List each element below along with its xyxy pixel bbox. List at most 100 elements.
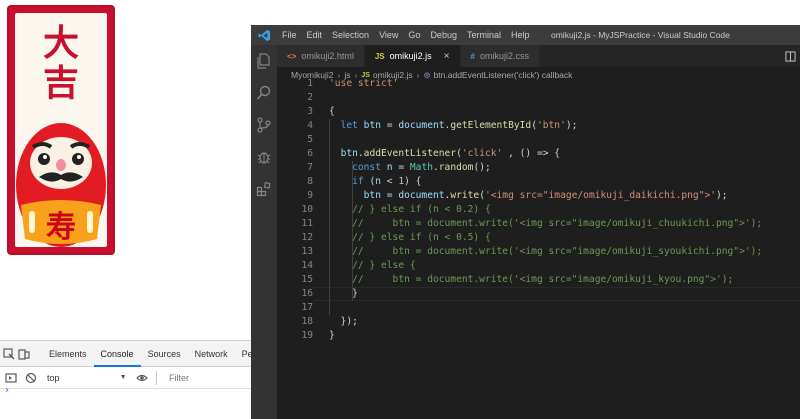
- context-select[interactable]: top ▼: [43, 370, 131, 386]
- vscode-logo-icon: [251, 25, 277, 45]
- line-code: // } else if (n < 0.5) {: [352, 232, 491, 243]
- block-icon[interactable]: [23, 369, 40, 387]
- line-code: }: [329, 288, 358, 299]
- console-toolbar: top ▼: [0, 367, 251, 389]
- line-number: 18: [301, 316, 313, 327]
- menu-debug[interactable]: Debug: [425, 30, 462, 40]
- code-line[interactable]: 13 // btn = document.write('<img src="im…: [277, 245, 800, 259]
- extensions-icon[interactable]: [256, 181, 272, 197]
- indent-guide: [329, 119, 330, 315]
- line-number: 4: [307, 120, 313, 131]
- explorer-icon[interactable]: [256, 53, 272, 69]
- line-code: }: [329, 330, 335, 341]
- line-code: {: [329, 106, 335, 117]
- line-number: 8: [307, 176, 313, 187]
- menu-help[interactable]: Help: [506, 30, 535, 40]
- tab-label: omikuji2.html: [301, 51, 354, 61]
- titlebar: File Edit Selection View Go Debug Termin…: [251, 25, 800, 45]
- console-prompt[interactable]: ›: [4, 385, 10, 396]
- omikuji-image: 大吉 寿: [7, 5, 115, 255]
- css-file-icon: #: [470, 51, 475, 61]
- fortune-char-1: 大: [42, 22, 79, 64]
- line-number: 6: [307, 148, 313, 159]
- source-control-icon[interactable]: [256, 117, 272, 133]
- menu-view[interactable]: View: [374, 30, 403, 40]
- devtools-tabbar: Elements Console Sources Network Perform: [0, 341, 274, 367]
- omikuji-fortune-text: 大吉: [15, 23, 107, 103]
- screen: 大吉 寿 Elements Console Sources Network to…: [0, 0, 800, 419]
- window-title: omikuji2.js - MyJSPractice - Visual Stud…: [551, 30, 730, 40]
- tab-network[interactable]: Network: [188, 341, 235, 367]
- vscode-window: File Edit Selection View Go Debug Termin…: [251, 25, 800, 419]
- code-editor[interactable]: 1'use strict' 2 3{4 let btn = document.get…: [277, 78, 800, 419]
- line-number: 7: [307, 162, 313, 173]
- split-editor-icon[interactable]: [780, 45, 800, 67]
- clear-console-icon[interactable]: [3, 369, 20, 387]
- line-number: 9: [307, 190, 313, 201]
- tab-console[interactable]: Console: [93, 341, 141, 367]
- chevron-down-icon: ▼: [119, 374, 127, 381]
- line-number: 15: [301, 274, 313, 285]
- tab-sources[interactable]: Sources: [141, 341, 188, 367]
- line-code: btn = document.write('<img src="image/om…: [363, 190, 728, 201]
- inspect-icon[interactable]: [3, 345, 15, 363]
- code-line[interactable]: 18 });: [277, 315, 800, 329]
- line-number: 11: [301, 218, 313, 229]
- menu-edit[interactable]: Edit: [302, 30, 328, 40]
- code-line[interactable]: 2: [277, 91, 800, 105]
- code-line[interactable]: 7 const n = Math.random();: [277, 161, 800, 175]
- line-number: 3: [307, 106, 313, 117]
- html-file-icon: <>: [287, 51, 297, 61]
- line-number: 1: [307, 78, 313, 89]
- tab-omikuji2-css[interactable]: # omikuji2.css: [460, 45, 540, 67]
- close-icon[interactable]: ×: [444, 51, 450, 62]
- line-number: 16: [301, 288, 313, 299]
- devtools-panel: Elements Console Sources Network Perform…: [0, 340, 274, 419]
- code-line[interactable]: 9 btn = document.write('<img src="image/…: [277, 189, 800, 203]
- search-icon[interactable]: [256, 85, 272, 101]
- code-line[interactable]: 6 btn.addEventListener('click' , () => {: [277, 147, 800, 161]
- menu-selection[interactable]: Selection: [327, 30, 374, 40]
- code-line[interactable]: 5: [277, 133, 800, 147]
- tab-omikuji2-html[interactable]: <> omikuji2.html: [277, 45, 365, 67]
- tab-omikuji2-js[interactable]: JS omikuji2.js ×: [364, 45, 461, 67]
- debug-icon[interactable]: [256, 149, 272, 165]
- line-number: 13: [301, 246, 313, 257]
- line-code: const n = Math.random();: [352, 162, 491, 173]
- line-code: // } else {: [352, 260, 416, 271]
- line-code: btn.addEventListener('click' , () => {: [340, 148, 561, 159]
- code-line[interactable]: 12 // } else if (n < 0.5) {: [277, 231, 800, 245]
- line-code: if (n < 1) {: [352, 176, 422, 187]
- eye-icon[interactable]: [134, 369, 151, 387]
- code-line[interactable]: 15 // btn = document.write('<img src="im…: [277, 273, 800, 287]
- tab-elements[interactable]: Elements: [42, 341, 94, 367]
- fortune-char-2: 吉: [42, 62, 79, 104]
- code-line[interactable]: 4 let btn = document.getElementById('btn…: [277, 119, 800, 133]
- code-line[interactable]: 11 // btn = document.write('<img src="im…: [277, 217, 800, 231]
- code-line[interactable]: 10 // } else if (n < 0.2) {: [277, 203, 800, 217]
- line-code: 'use strict': [329, 78, 399, 89]
- line-code: // btn = document.write('<img src="image…: [352, 274, 734, 285]
- activity-bar: [251, 45, 277, 419]
- line-number: 10: [301, 204, 313, 215]
- code-line[interactable]: 1 'use strict': [277, 77, 800, 91]
- code-line[interactable]: 8 if (n < 1) {: [277, 175, 800, 189]
- tab-label: omikuji2.css: [479, 51, 529, 61]
- menu-go[interactable]: Go: [403, 30, 425, 40]
- device-icon[interactable]: [18, 345, 30, 363]
- menu-terminal[interactable]: Terminal: [462, 30, 506, 40]
- code-line[interactable]: 17: [277, 301, 800, 315]
- code-line[interactable]: 3{: [277, 105, 800, 119]
- console-filter-input[interactable]: [166, 369, 251, 386]
- daruma-belly-text: 寿: [46, 210, 76, 245]
- devtools-separator: [156, 370, 157, 385]
- line-code: });: [329, 316, 358, 327]
- line-code: let btn = document.getElementById('btn')…: [340, 120, 578, 131]
- code-line[interactable]: 19}: [277, 329, 800, 343]
- line-number: 5: [307, 134, 313, 145]
- menu-file[interactable]: File: [277, 30, 302, 40]
- browser-page: 大吉 寿: [0, 0, 251, 340]
- line-number: 2: [307, 92, 313, 103]
- code-line[interactable]: 14 // } else {: [277, 259, 800, 273]
- code-line[interactable]: 16 }: [277, 287, 800, 301]
